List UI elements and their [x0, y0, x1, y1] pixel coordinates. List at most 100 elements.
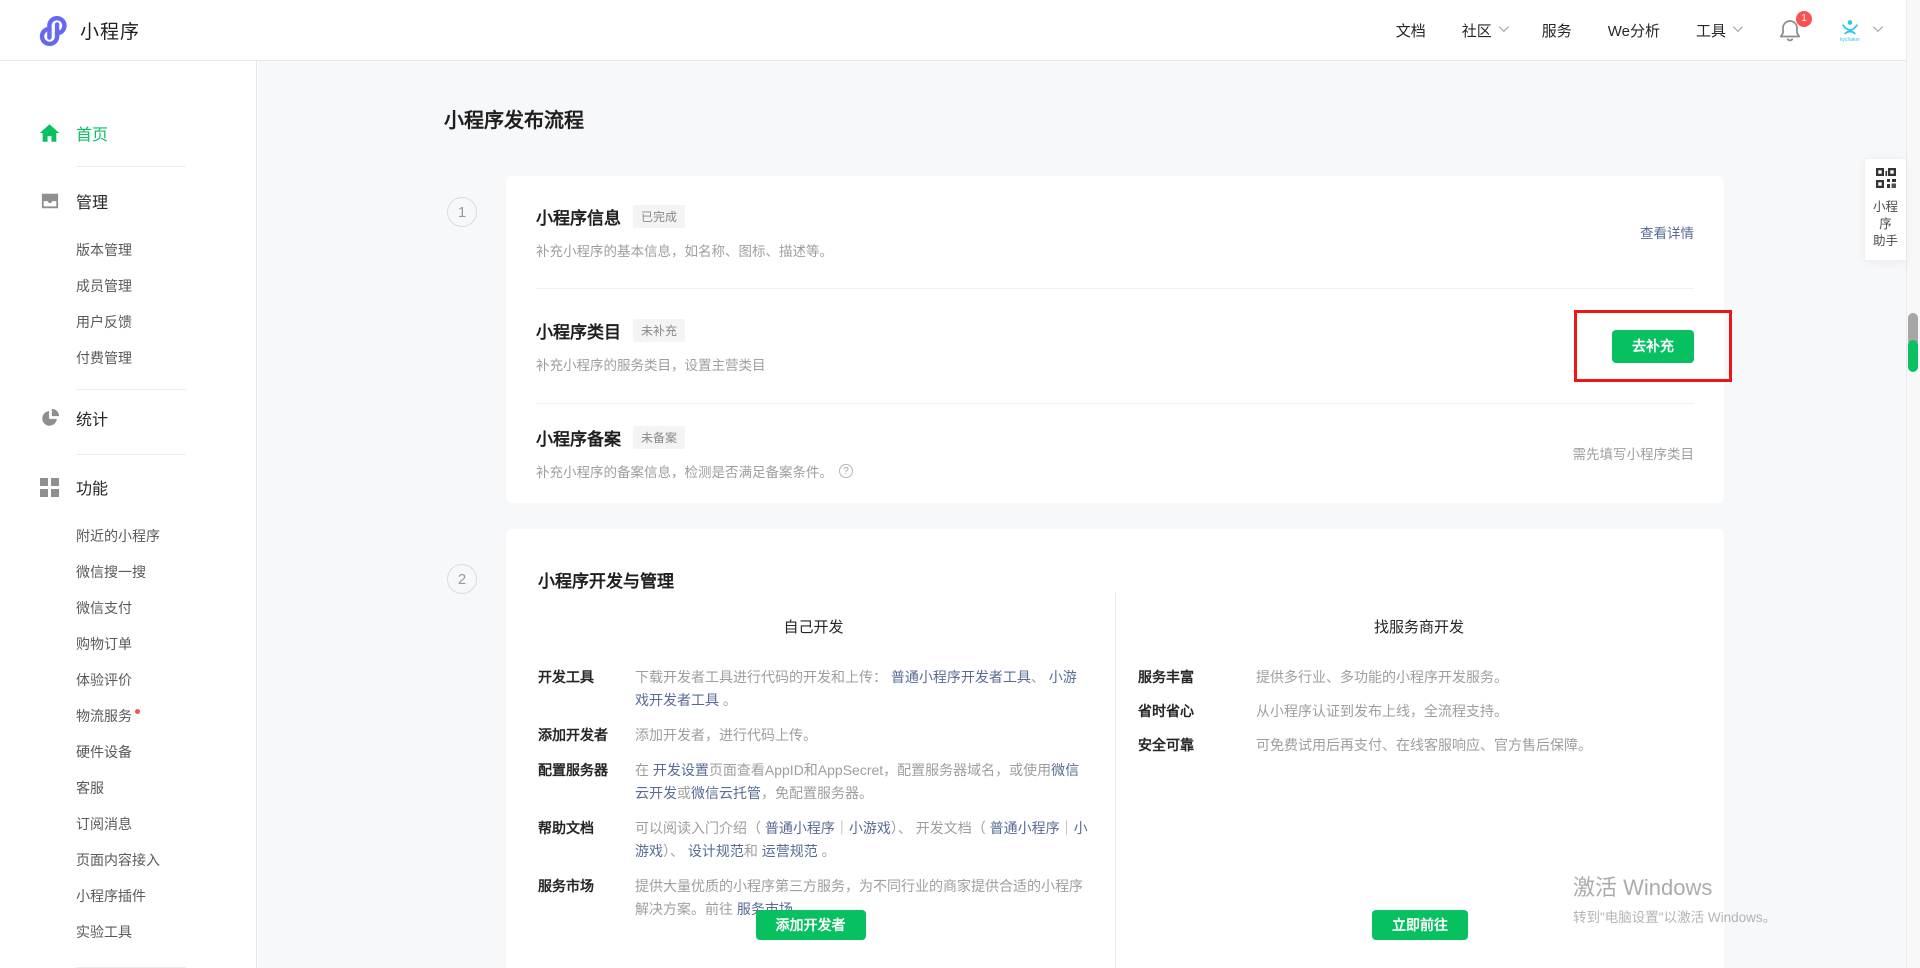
sidebar-item-label: 物流服务	[76, 706, 132, 726]
row-desc: 补充小程序的基本信息，如名称、图标、描述等。	[536, 240, 833, 260]
status-badge: 已完成	[633, 205, 685, 228]
sidebar-item-miniprogram-plugins[interactable]: 小程序插件	[0, 878, 256, 914]
nav-item-service[interactable]: 服务	[1542, 20, 1572, 41]
nav-item-tools[interactable]: 工具	[1696, 20, 1740, 41]
row-title: 小程序类目	[536, 318, 621, 343]
chevron-down-icon	[1873, 22, 1883, 32]
row-label: 服务丰富	[1138, 666, 1256, 689]
home-icon	[39, 123, 60, 144]
step-2-card: 小程序开发与管理 自己开发 开发工具 下载开发者工具进行代码的开发和上传： 普通…	[506, 529, 1724, 968]
miniprogram-info-row: 小程序信息 已完成 补充小程序的基本信息，如名称、图标、描述等。 查看详情	[536, 176, 1694, 288]
sidebar-item-hardware-devices[interactable]: 硬件设备	[0, 734, 256, 770]
help-docs-row: 帮助文档 可以阅读入门介绍（ 普通小程序｜小游戏）、 开发文档（ 普通小程序｜小…	[538, 817, 1089, 863]
sidebar-divider	[76, 454, 186, 455]
row-label: 添加开发者	[538, 724, 635, 747]
main-content: 小程序发布流程 1 小程序信息 已完成 补充小程序的基本信息，如名称、图标、描述…	[258, 61, 1920, 968]
row-desc: 补充小程序的服务类目，设置主营类目	[536, 354, 766, 374]
sidebar-section-statistics[interactable]: 统计	[0, 400, 256, 436]
nav-item-weanalytics[interactable]: We分析	[1608, 20, 1660, 41]
sidebar-item-experimental-tools[interactable]: 实验工具	[0, 914, 256, 950]
sidebar-item-subscription-messages[interactable]: 订阅消息	[0, 806, 256, 842]
step-1-number: 1	[447, 197, 477, 227]
dev-tools-row: 开发工具 下载开发者工具进行代码的开发和上传： 普通小程序开发者工具、 小游戏开…	[538, 666, 1089, 712]
scrollbar-thumb-active[interactable]	[1908, 340, 1918, 372]
chevron-down-icon	[1733, 22, 1743, 32]
app-logo[interactable]: 小程序	[37, 0, 140, 61]
inline-link[interactable]: 开发设置	[653, 762, 709, 778]
add-developer-row: 添加开发者 添加开发者，进行代码上传。	[538, 724, 1089, 747]
sidebar-item-label: 附近的小程序	[76, 526, 160, 546]
help-icon[interactable]: ?	[839, 464, 853, 478]
sidebar-item-home[interactable]: 首页	[0, 115, 256, 151]
inline-link[interactable]: 小游戏	[849, 820, 891, 836]
fill-category-button[interactable]: 去补充	[1612, 330, 1694, 363]
sidebar-item-label: 小程序插件	[76, 886, 146, 906]
status-badge: 未补充	[633, 319, 685, 342]
sidebar-item-label: 付费管理	[76, 348, 132, 368]
sidebar-section-management[interactable]: 管理	[0, 183, 256, 219]
row-content: 可以阅读入门介绍（ 普通小程序｜小游戏）、 开发文档（ 普通小程序｜小游戏）、 …	[635, 817, 1089, 863]
sidebar-item-label: 客服	[76, 778, 104, 798]
row-label: 省时省心	[1138, 700, 1256, 723]
prerequisite-hint: 需先填写小程序类目	[1573, 443, 1695, 463]
add-developer-button[interactable]: 添加开发者	[756, 910, 866, 940]
row-desc: 补充小程序的备案信息，检测是否满足备案条件。	[536, 461, 833, 481]
miniprogram-category-row: 小程序类目 未补充 补充小程序的服务类目，设置主营类目 去补充	[536, 288, 1694, 403]
vertical-scrollbar[interactable]	[1906, 0, 1920, 968]
inline-link[interactable]: 设计规范	[688, 843, 744, 859]
sidebar-item-page-content-access[interactable]: 页面内容接入	[0, 842, 256, 878]
sidebar-item-wechat-pay[interactable]: 微信支付	[0, 590, 256, 626]
row-label: 帮助文档	[538, 817, 635, 863]
row-label: 开发工具	[538, 666, 635, 712]
view-details-link[interactable]: 查看详情	[1640, 222, 1694, 242]
sidebar-item-member-management[interactable]: 成员管理	[0, 268, 256, 304]
inline-link[interactable]: 微信云托管	[691, 785, 761, 801]
sidebar-item-label: 成员管理	[76, 276, 132, 296]
row-content: 提供多行业、多功能的小程序开发服务。	[1256, 666, 1508, 689]
tray-icon	[39, 191, 60, 212]
inline-link[interactable]: 普通小程序	[765, 820, 835, 836]
row-label: 安全可靠	[1138, 734, 1256, 757]
inline-link[interactable]: 普通小程序	[990, 820, 1060, 836]
go-now-button[interactable]: 立即前往	[1372, 910, 1468, 940]
page-title: 小程序发布流程	[444, 104, 584, 133]
top-nav: 文档 社区 服务 We分析 工具 1	[1360, 0, 1880, 61]
row-label: 服务市场	[538, 875, 635, 921]
row-content: 下载开发者工具进行代码的开发和上传： 普通小程序开发者工具、 小游戏开发者工具 …	[635, 666, 1089, 712]
grid-icon	[39, 477, 60, 498]
sidebar-divider	[76, 166, 186, 167]
top-header: 小程序 文档 社区 服务 We分析 工具 1	[0, 0, 1920, 61]
sidebar-item-wechat-search[interactable]: 微信搜一搜	[0, 554, 256, 590]
sidebar-item-label: 页面内容接入	[76, 850, 160, 870]
sidebar-item-nearby-miniprograms[interactable]: 附近的小程序	[0, 518, 256, 554]
chevron-down-icon	[1499, 22, 1509, 32]
sidebar-item-version-management[interactable]: 版本管理	[0, 232, 256, 268]
sidebar-home-label: 首页	[76, 121, 108, 145]
notification-bell-button[interactable]: 1	[1778, 18, 1804, 44]
inline-link[interactable]: 运营规范	[762, 843, 818, 859]
row-content: 在 开发设置页面查看AppID和AppSecret，配置服务器域名，或使用微信云…	[635, 759, 1089, 805]
account-menu[interactable]: kychaker	[1834, 15, 1880, 47]
sidebar-item-user-feedback[interactable]: 用户反馈	[0, 304, 256, 340]
inline-link[interactable]: 普通小程序开发者工具	[891, 669, 1031, 685]
sidebar-item-customer-service[interactable]: 客服	[0, 770, 256, 806]
assistant-label: 小程序 助手	[1869, 199, 1902, 250]
section-label: 统计	[76, 406, 108, 430]
row-label: 配置服务器	[538, 759, 635, 805]
new-badge-dot	[135, 709, 140, 714]
nav-item-community[interactable]: 社区	[1462, 20, 1506, 41]
sidebar: 首页 管理 版本管理 成员管理 用户反馈 付费管理 统计 功能 附近的	[0, 61, 257, 968]
pie-chart-icon	[39, 408, 60, 429]
sidebar-item-shopping-orders[interactable]: 购物订单	[0, 626, 256, 662]
row-content: 可免费试用后再支付、在线客服响应、官方售后保障。	[1256, 734, 1592, 757]
sidebar-item-logistics-service[interactable]: 物流服务	[0, 698, 256, 734]
sidebar-divider	[76, 389, 186, 390]
nav-item-docs[interactable]: 文档	[1396, 20, 1426, 41]
miniprogram-assistant-panel[interactable]: 小程序 助手	[1864, 158, 1906, 261]
sidebar-item-experience-review[interactable]: 体验评价	[0, 662, 256, 698]
sidebar-section-features[interactable]: 功能	[0, 469, 256, 505]
sidebar-item-label: 实验工具	[76, 922, 132, 942]
sidebar-item-payment-management[interactable]: 付费管理	[0, 340, 256, 376]
sidebar-item-label: 用户反馈	[76, 312, 132, 332]
nav-label: 工具	[1696, 20, 1726, 41]
